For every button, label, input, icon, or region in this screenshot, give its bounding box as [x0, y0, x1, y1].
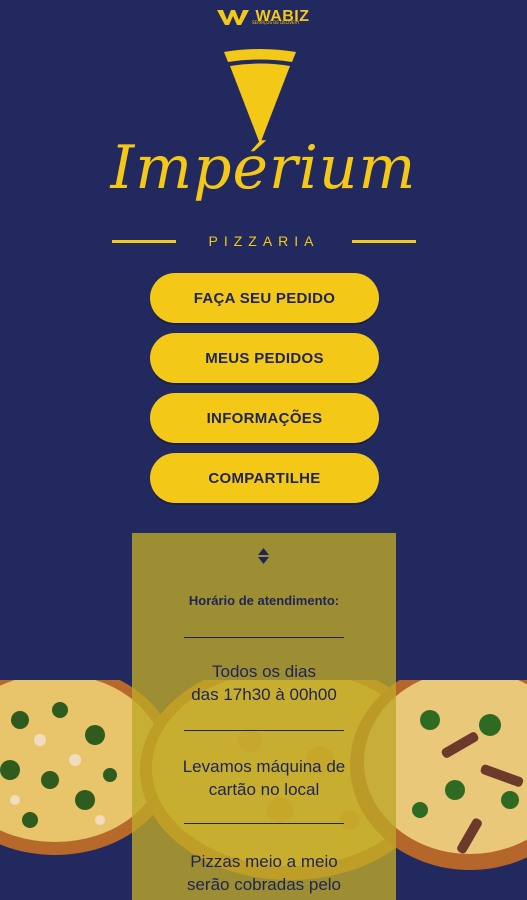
my-orders-button[interactable]: MEUS PEDIDOS [150, 333, 379, 383]
brand-name: Impérium [110, 133, 417, 203]
hours-title: Horário de atendimento: [188, 593, 340, 608]
divider [112, 239, 176, 243]
card-info-line1: Levamos máquina de [182, 757, 346, 776]
scroll-updown-icon[interactable] [257, 546, 270, 566]
hours-line1: Todos os dias [212, 662, 316, 681]
brand-subtitle-row: PIZZARIA [112, 230, 416, 252]
card-info-line2: cartão no local [208, 780, 320, 799]
hours-line2: das 17h30 à 00h00 [191, 685, 337, 704]
divider [184, 823, 344, 824]
divider [184, 730, 344, 731]
divider [184, 637, 344, 638]
half-pizza-line2: serão cobradas pelo [186, 875, 342, 894]
wabiz-logo-icon [217, 10, 250, 25]
order-button[interactable]: FAÇA SEU PEDIDO [150, 273, 379, 323]
brand-subtitle: PIZZARIA [208, 233, 320, 249]
share-button[interactable]: COMPARTILHE [150, 453, 379, 503]
half-pizza-line1: Pizzas meio a meio [190, 852, 338, 871]
divider [351, 239, 416, 243]
information-button[interactable]: INFORMAÇÕES [150, 393, 379, 443]
info-panel[interactable] [132, 533, 396, 900]
wabiz-subtext: SERVIÇOS DE DELIVERY [252, 20, 300, 25]
